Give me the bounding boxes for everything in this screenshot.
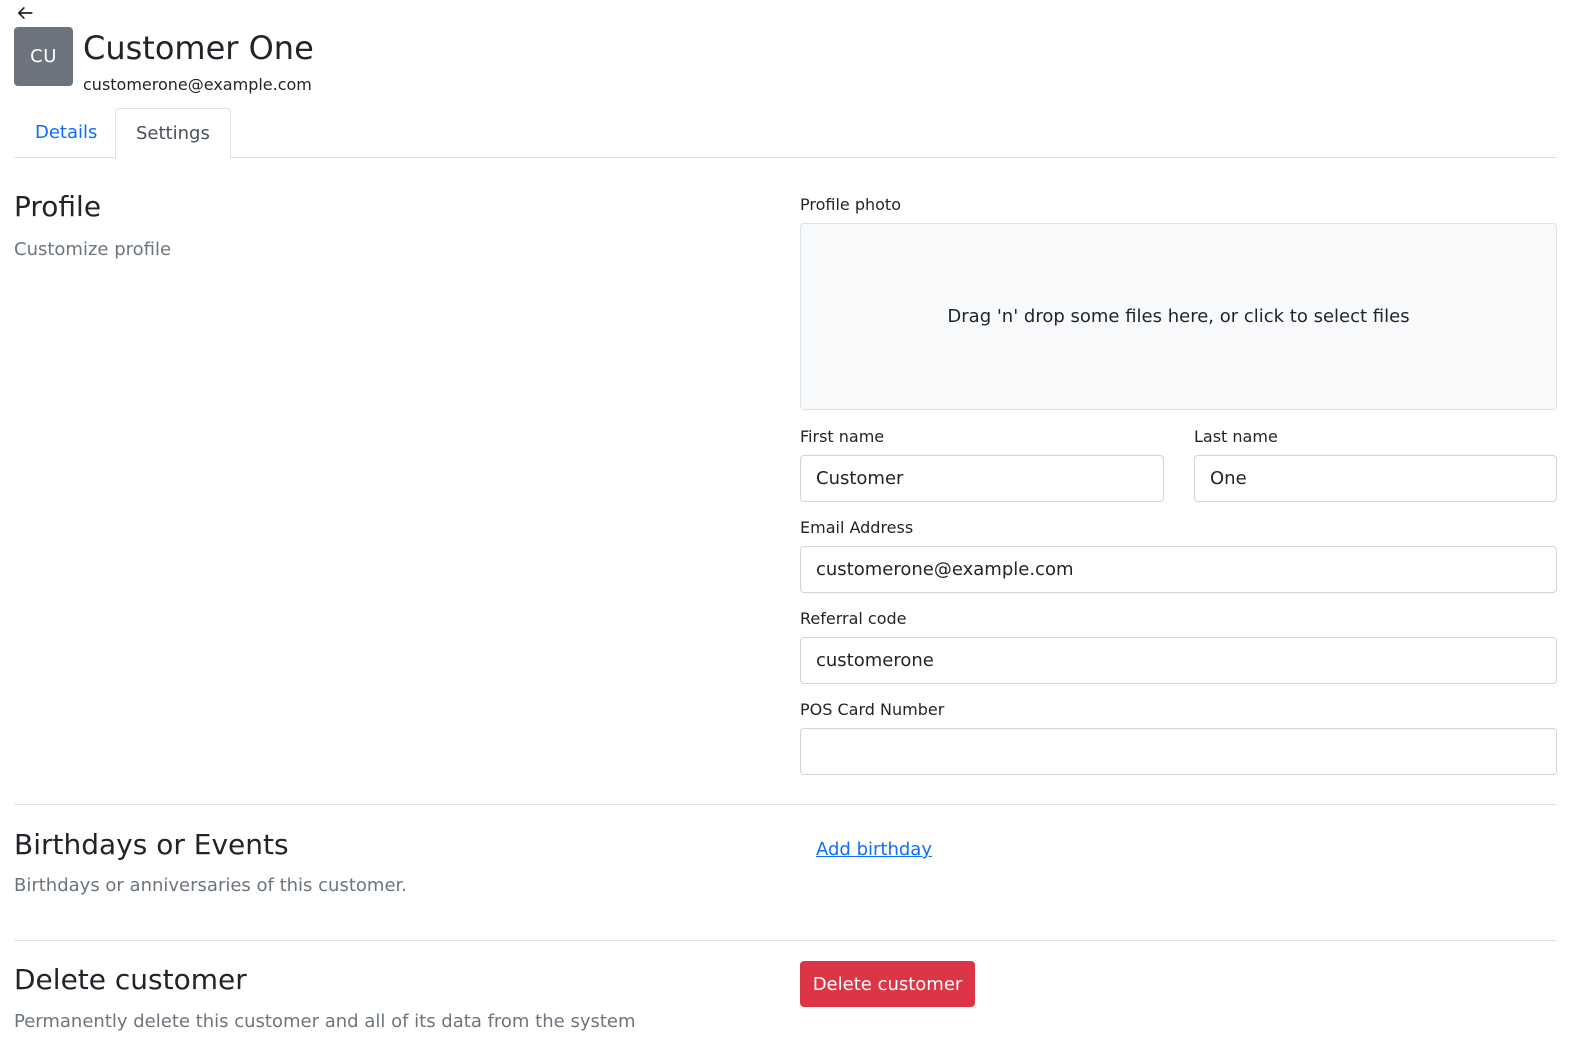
profile-section-description: Customize profile xyxy=(14,239,172,260)
profile-section-title: Profile xyxy=(14,190,102,223)
pos-card-number-field[interactable] xyxy=(800,728,1557,775)
tab-settings[interactable]: Settings xyxy=(115,108,231,159)
email-field[interactable] xyxy=(800,546,1557,593)
birthdays-section-title: Birthdays or Events xyxy=(14,828,289,861)
customer-email: customerone@example.com xyxy=(83,75,312,94)
last-name-field[interactable] xyxy=(1194,455,1557,502)
avatar-initials: CU xyxy=(30,46,57,67)
dropzone-text: Drag 'n' drop some files here, or click … xyxy=(947,306,1410,327)
tab-details[interactable]: Details xyxy=(15,108,117,158)
section-divider xyxy=(14,940,1557,941)
first-name-label: First name xyxy=(800,427,885,446)
last-name-label: Last name xyxy=(1194,427,1278,446)
pos-card-number-label: POS Card Number xyxy=(800,700,945,719)
customer-settings-page: CU Customer One customerone@example.com … xyxy=(0,0,1585,1052)
delete-section-description: Permanently delete this customer and all… xyxy=(14,1011,636,1032)
section-divider xyxy=(14,804,1557,805)
tab-bar: Details Settings xyxy=(14,108,1557,159)
first-name-field[interactable] xyxy=(800,455,1164,502)
avatar: CU xyxy=(14,27,73,86)
add-birthday-link[interactable]: Add birthday xyxy=(816,837,932,863)
delete-section-title: Delete customer xyxy=(14,963,247,996)
page-title: Customer One xyxy=(83,29,314,67)
email-label: Email Address xyxy=(800,518,914,537)
arrow-left-icon[interactable] xyxy=(16,4,34,22)
referral-code-label: Referral code xyxy=(800,609,907,628)
profile-photo-dropzone[interactable]: Drag 'n' drop some files here, or click … xyxy=(800,223,1557,410)
birthdays-section-description: Birthdays or anniversaries of this custo… xyxy=(14,875,407,896)
referral-code-field[interactable] xyxy=(800,637,1557,684)
profile-photo-label: Profile photo xyxy=(800,195,901,214)
delete-customer-button[interactable]: Delete customer xyxy=(800,961,975,1007)
